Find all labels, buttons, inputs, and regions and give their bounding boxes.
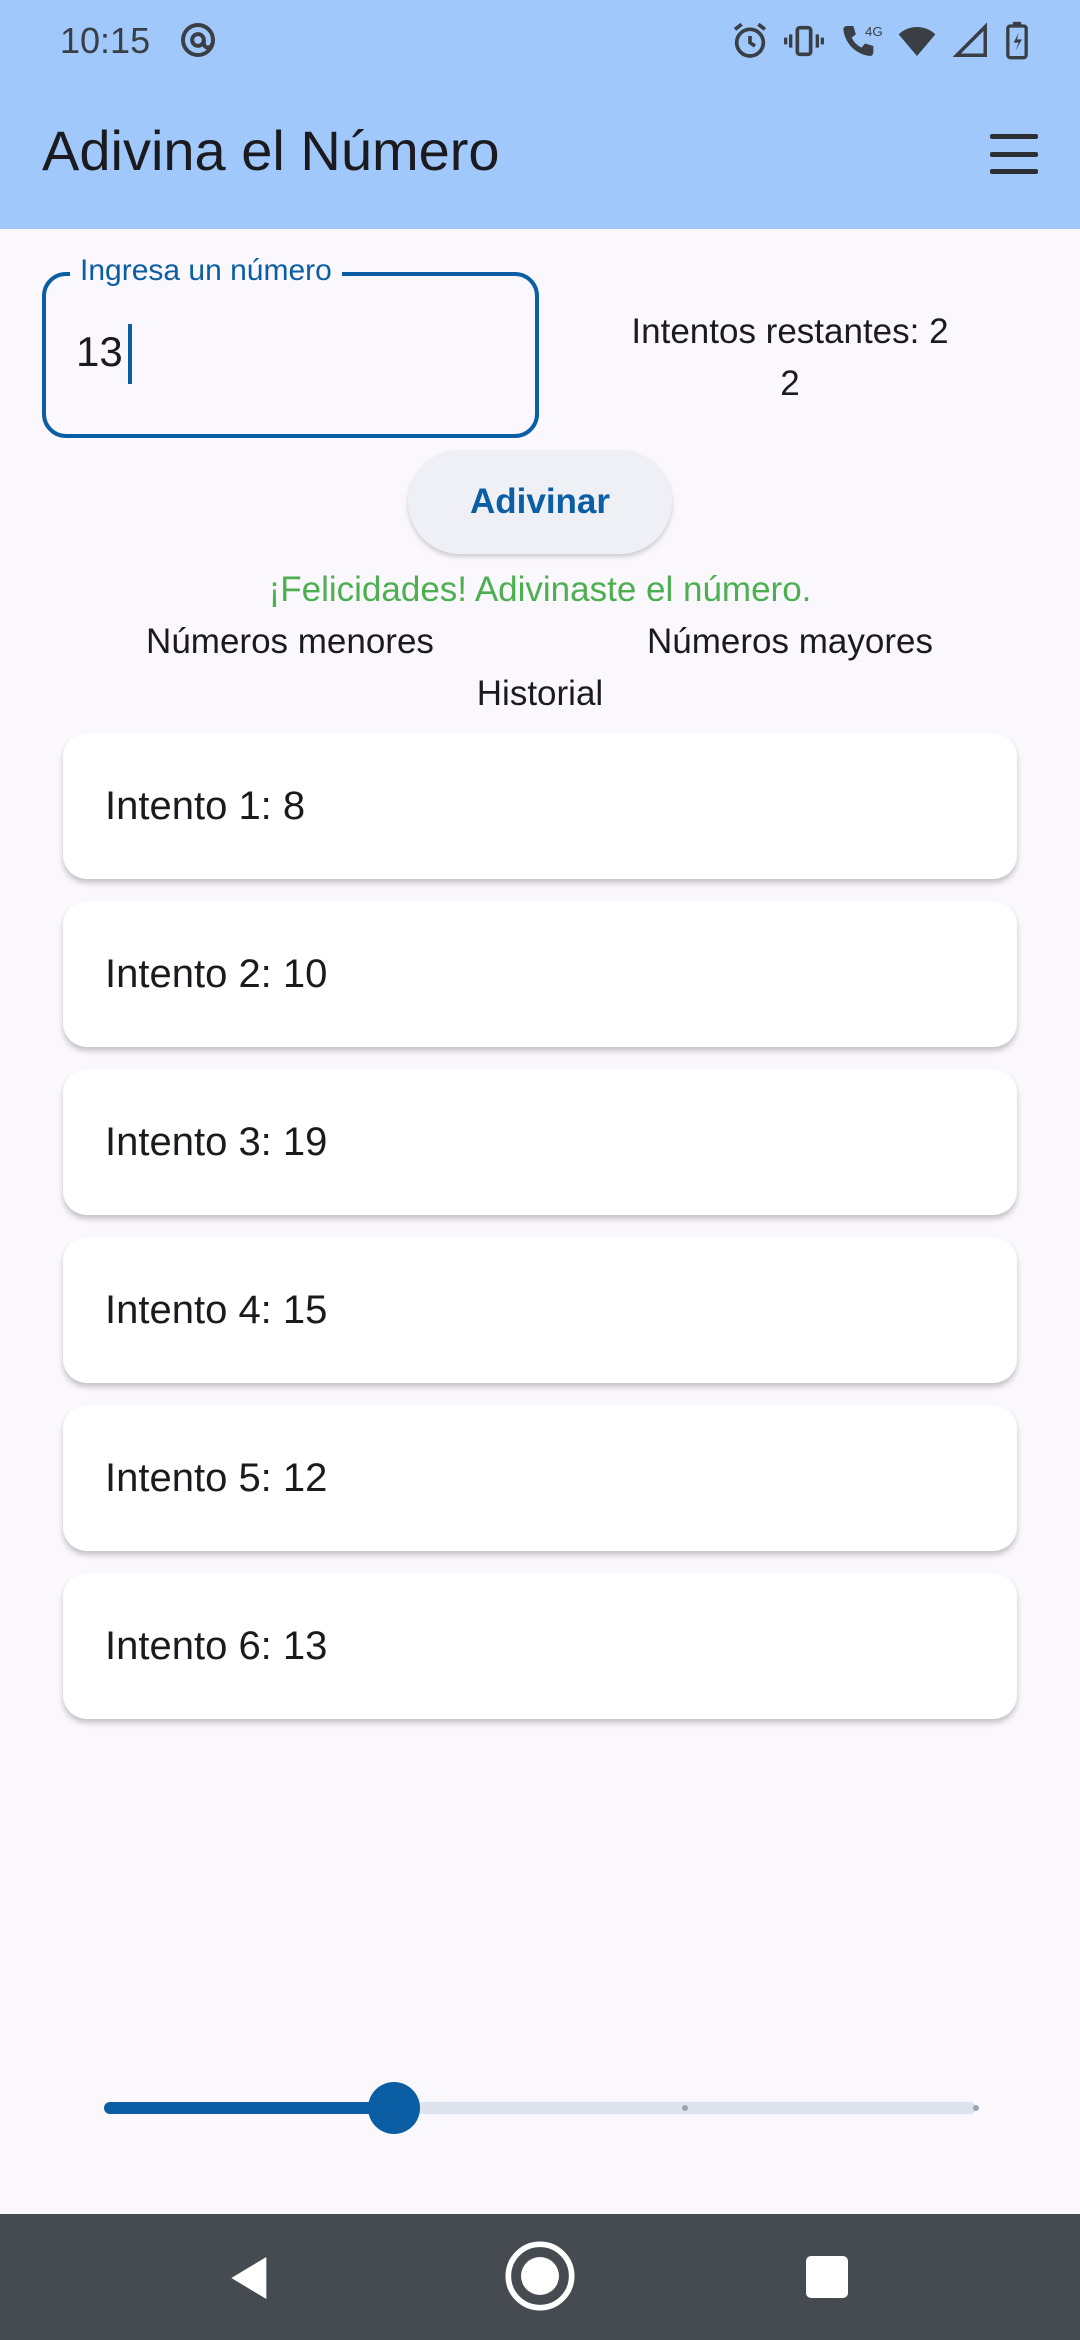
history-heading: Historial: [476, 674, 604, 713]
menu-line: [990, 134, 1038, 139]
app-header: 10:15 4G Adivina el Número: [0, 0, 1080, 229]
slider-active-track: [104, 2102, 395, 2114]
volte-call-icon: 4G: [843, 24, 882, 56]
menu-line: [990, 151, 1038, 157]
text-cursor: [128, 324, 132, 384]
history-item: Intento 3: 19: [63, 1069, 1017, 1215]
higher-numbers-label: Números mayores: [647, 622, 933, 661]
network-label: 4G: [865, 24, 882, 39]
signal-icon: [952, 22, 987, 57]
remaining-attempts: Intentos restantes: 2 2: [590, 306, 990, 410]
back-icon[interactable]: [222, 2250, 278, 2306]
slider-step-dot: [973, 2105, 979, 2111]
remaining-attempts-text: Intentos restantes: 2: [631, 312, 949, 351]
remaining-attempts-value: 2: [780, 364, 800, 403]
wifi-icon: [898, 27, 936, 56]
number-input-value[interactable]: 13: [76, 328, 123, 376]
menu-icon[interactable]: [984, 128, 1044, 180]
status-time: 10:15: [60, 20, 151, 61]
difficulty-slider[interactable]: [104, 2082, 979, 2134]
recents-icon[interactable]: [806, 2256, 848, 2298]
status-icons: 4G: [730, 18, 1030, 64]
battery-charging-icon: [1006, 21, 1028, 60]
guess-button[interactable]: Adivinar: [408, 450, 672, 554]
history-item: Intento 6: 13: [63, 1573, 1017, 1719]
page-title: Adivina el Número: [42, 119, 500, 182]
history-item: Intento 1: 8: [63, 733, 1017, 879]
at-sign-icon: [181, 23, 215, 57]
history-item: Intento 5: 12: [63, 1405, 1017, 1551]
number-input-label: Ingresa un número: [70, 254, 342, 288]
result-message: ¡Felicidades! Adivinaste el número.: [268, 570, 812, 609]
system-nav-bar: [0, 2214, 1080, 2340]
lower-numbers-label: Números menores: [146, 622, 434, 661]
history-list: Intento 1: 8 Intento 2: 10 Intento 3: 19…: [63, 733, 1017, 1741]
home-icon[interactable]: [502, 2238, 578, 2314]
status-bar: 10:15 4G: [0, 0, 1080, 82]
slider-thumb[interactable]: [368, 2082, 421, 2134]
history-item: Intento 4: 15: [63, 1237, 1017, 1383]
alarm-icon: [733, 22, 767, 58]
menu-line: [990, 169, 1038, 174]
number-input[interactable]: Ingresa un número 13: [42, 254, 539, 438]
history-item: Intento 2: 10: [63, 901, 1017, 1047]
vibrate-icon: [784, 25, 824, 57]
